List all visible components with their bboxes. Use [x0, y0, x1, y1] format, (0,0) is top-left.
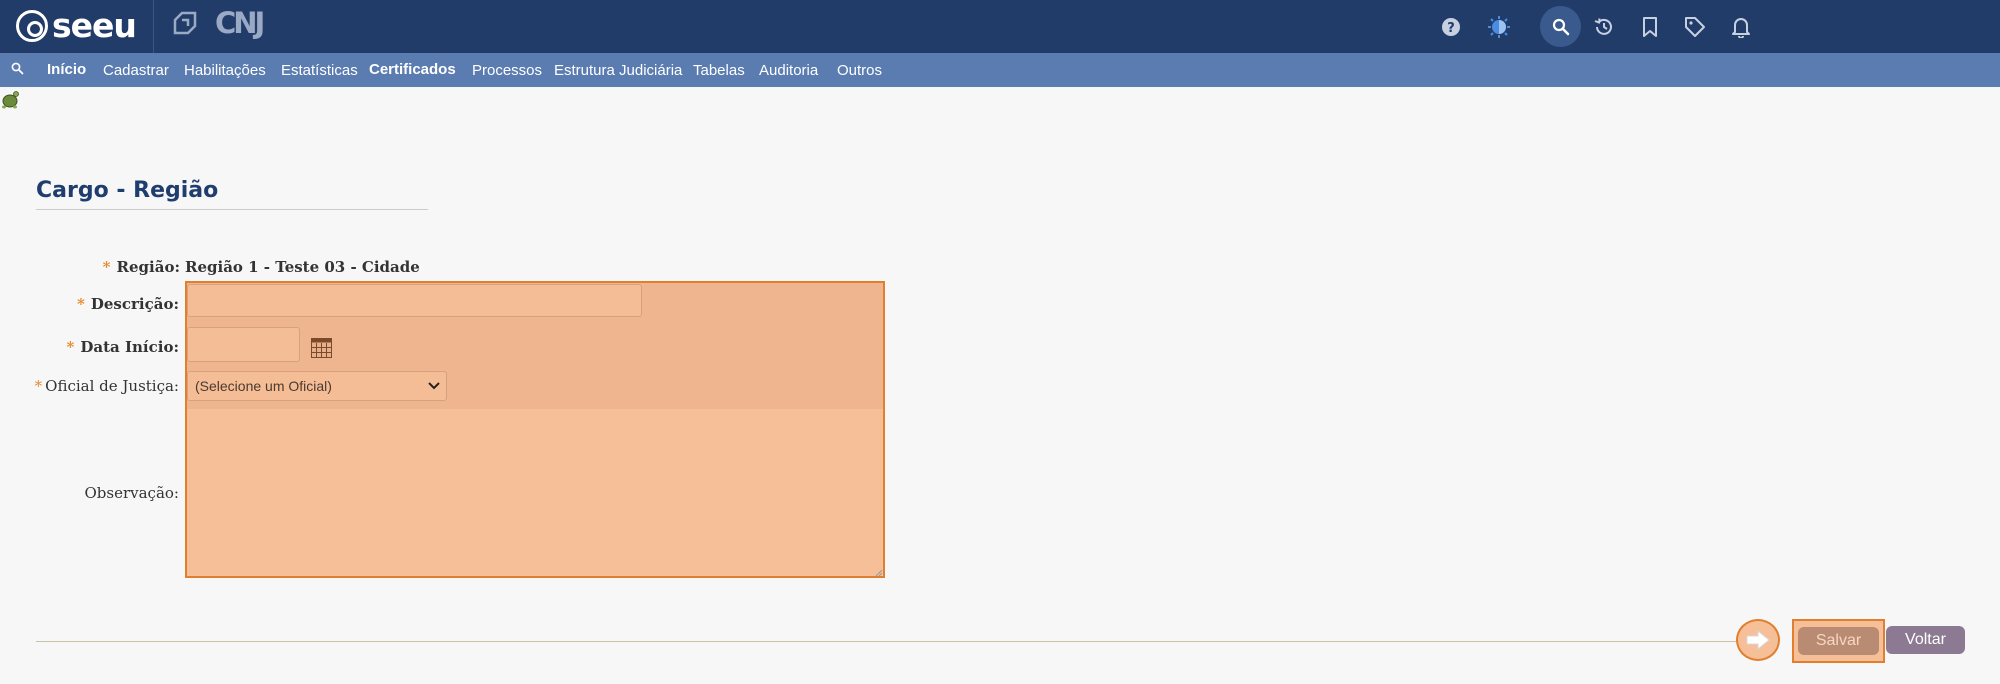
menu-estatisticas[interactable]: Estatísticas	[281, 53, 358, 87]
turtle-icon[interactable]	[0, 89, 20, 111]
gear-logo-icon	[16, 10, 48, 42]
observacao-label: Observação:	[84, 484, 180, 502]
menu-certificados[interactable]: Certificados	[369, 53, 456, 87]
menu-outros[interactable]: Outros	[837, 53, 882, 87]
chevron-down-icon	[428, 382, 440, 390]
descricao-input[interactable]	[187, 284, 642, 317]
menu-inicio[interactable]: Início	[47, 53, 86, 87]
bookmark-icon[interactable]	[1629, 6, 1670, 47]
bell-icon[interactable]	[1720, 6, 1761, 47]
salvar-button[interactable]: Salvar	[1798, 627, 1879, 655]
oficial-select[interactable]: (Selecione um Oficial)	[187, 371, 447, 401]
menu-cadastrar[interactable]: Cadastrar	[103, 53, 169, 87]
data-inicio-label: * Data Início:	[66, 338, 179, 356]
menu-tabelas[interactable]: Tabelas	[693, 53, 745, 87]
resize-grip-icon[interactable]	[875, 569, 883, 577]
top-header: seeu CNJ ?	[0, 0, 2000, 53]
calendar-icon[interactable]	[311, 338, 332, 358]
cnj-emblem-icon	[173, 11, 197, 35]
arrow-right-icon	[1746, 629, 1770, 651]
svg-text:?: ?	[1447, 21, 1455, 36]
menu-processos[interactable]: Processos	[472, 53, 542, 87]
history-icon[interactable]	[1583, 6, 1624, 47]
main-menu: Início Cadastrar Habilitações Estatístic…	[0, 53, 2000, 87]
next-arrow-button[interactable]	[1736, 619, 1780, 661]
menu-habilitacoes[interactable]: Habilitações	[184, 53, 266, 87]
required-mark: *	[102, 258, 111, 276]
seeu-logo[interactable]: seeu	[16, 6, 137, 45]
menu-search-icon[interactable]	[11, 62, 24, 75]
title-divider	[36, 209, 428, 210]
cnj-logo: CNJ	[215, 6, 265, 40]
data-inicio-input[interactable]	[187, 327, 300, 362]
theme-icon[interactable]	[1478, 6, 1519, 47]
required-mark: *	[34, 377, 43, 395]
salvar-highlight: Salvar	[1792, 619, 1885, 663]
menu-estrutura-judiciaria[interactable]: Estrutura Judiciária	[554, 53, 682, 87]
voltar-button[interactable]: Voltar	[1886, 626, 1965, 654]
page-title: Cargo - Região	[36, 178, 219, 203]
search-icon[interactable]	[1540, 6, 1581, 47]
descricao-label: * Descrição:	[77, 295, 179, 313]
tag-icon[interactable]	[1674, 6, 1715, 47]
regiao-value: Região 1 - Teste 03 - Cidade	[185, 258, 420, 276]
actions-divider	[36, 641, 1776, 642]
oficial-selected-value: (Selecione um Oficial)	[195, 378, 332, 394]
required-mark: *	[66, 338, 75, 356]
required-mark: *	[77, 295, 85, 313]
regiao-label: * Região:	[102, 258, 180, 276]
oficial-label: * Oficial de Justiça:	[34, 377, 179, 395]
logo-text: seeu	[52, 6, 137, 45]
menu-auditoria[interactable]: Auditoria	[759, 53, 818, 87]
observacao-textarea[interactable]	[187, 411, 882, 576]
header-divider	[153, 0, 154, 53]
help-icon[interactable]: ?	[1430, 6, 1471, 47]
